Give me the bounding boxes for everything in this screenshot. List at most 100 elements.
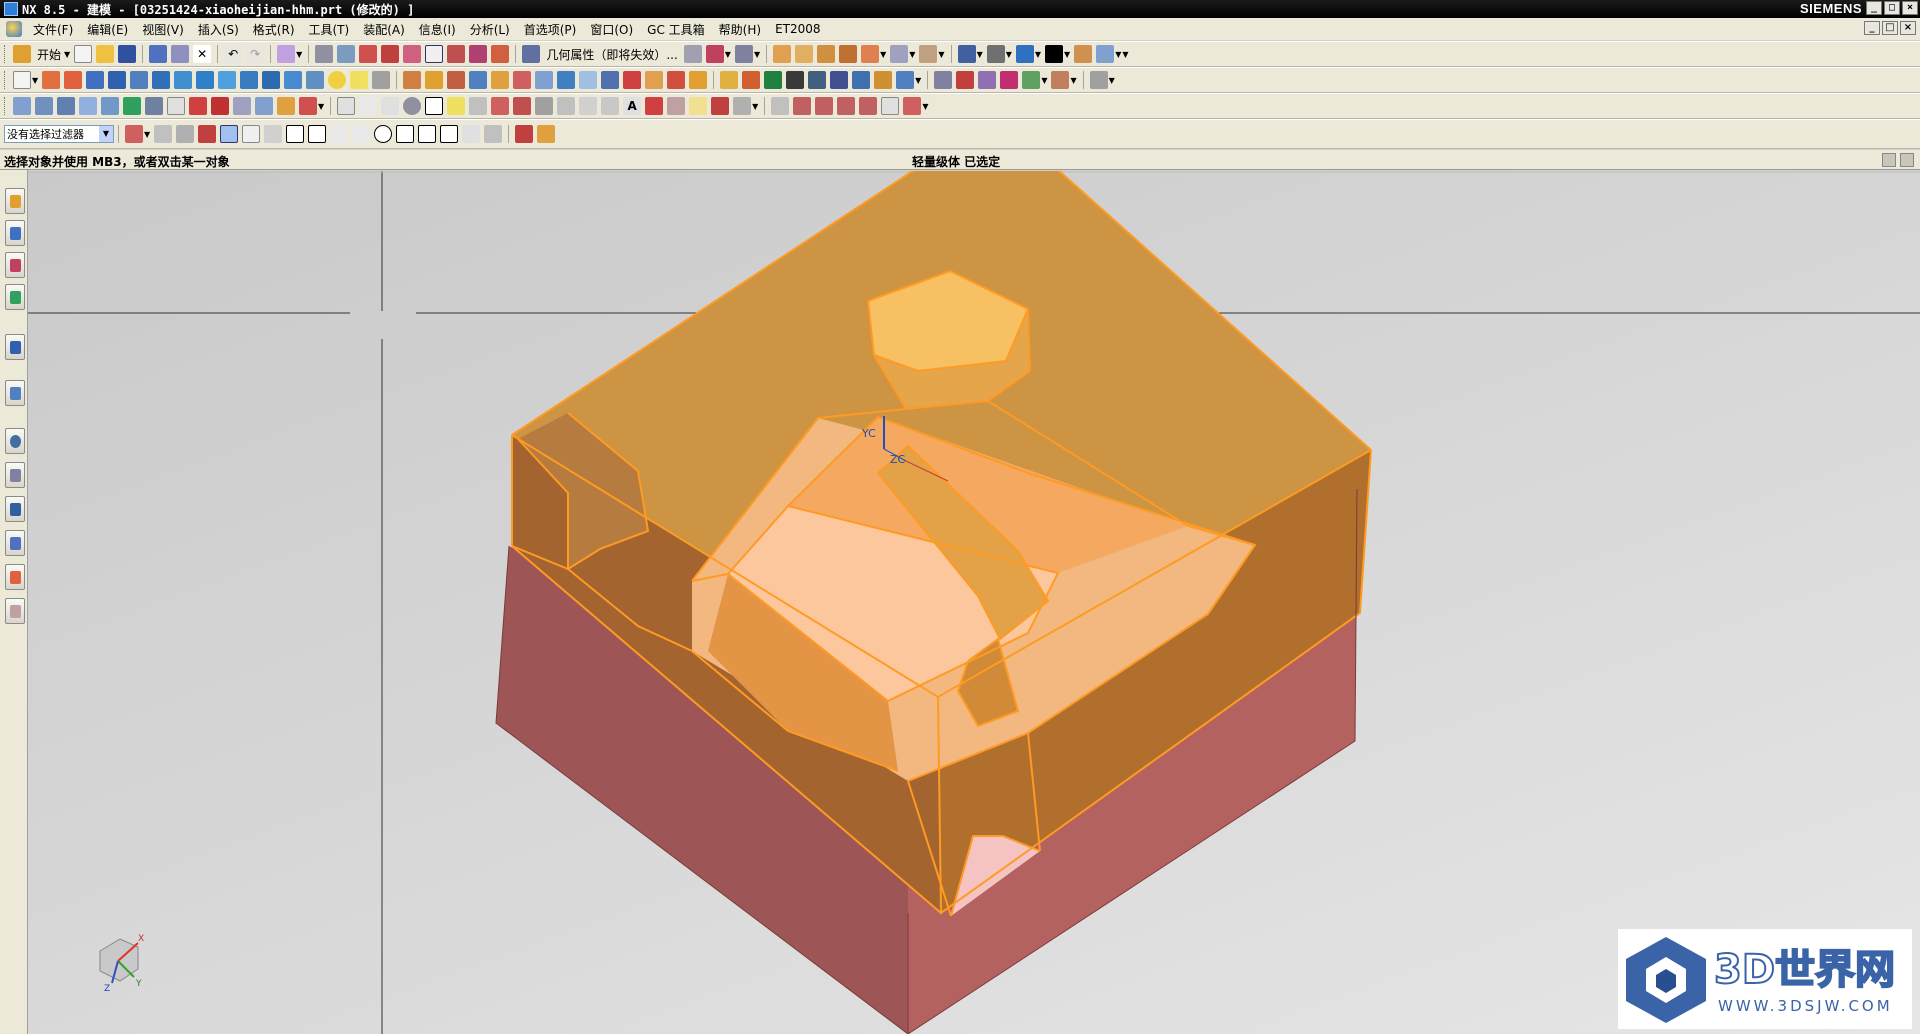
toolbar-grip[interactable] [4,45,7,63]
curve-length-icon[interactable] [689,97,708,115]
geometry-properties-icon[interactable] [522,45,541,63]
subtract-icon[interactable] [425,71,444,89]
chevron-down-icon[interactable]: ▼ [1122,50,1128,59]
slot-icon[interactable] [240,71,259,89]
select-icon[interactable] [277,45,296,63]
snap-quadrant-icon[interactable] [396,125,415,143]
menu-gc-toolbox[interactable]: GC 工具箱 [640,21,712,38]
section-analysis-icon[interactable] [881,97,900,115]
show-hide-icon[interactable] [537,125,556,143]
chevron-down-icon[interactable]: ▼ [1006,50,1012,59]
snap-bounded-icon[interactable] [484,125,503,143]
resource-constraint-navigator[interactable] [5,220,25,246]
polygon-icon[interactable] [447,97,466,115]
swept-icon[interactable] [79,97,97,115]
draft-analysis-icon[interactable] [837,97,856,115]
start-button[interactable]: 开始 [37,46,61,63]
quick-pick-icon[interactable] [515,125,534,143]
mirror-body-icon[interactable] [667,71,686,89]
move-object-icon[interactable] [1051,71,1070,89]
face-analysis-icon[interactable] [859,97,878,115]
statusbar-toggle-icon[interactable] [1882,153,1896,167]
trimmed-sheet-icon[interactable] [211,97,229,115]
block-icon[interactable] [196,71,215,89]
close-button[interactable]: × [1902,1,1918,15]
edit-parameters-icon[interactable] [934,71,953,89]
add-component-icon[interactable] [817,45,836,63]
layer-icon[interactable] [315,45,334,63]
chevron-down-icon[interactable]: ▼ [144,130,150,139]
background-icon[interactable] [1045,45,1064,63]
resource-web-browser[interactable] [5,380,25,406]
law-extension-icon[interactable] [255,97,273,115]
select-cursor-icon[interactable] [154,125,173,143]
redo-icon[interactable]: ↷ [246,45,265,63]
measure-distance-icon[interactable] [683,45,702,63]
doc-minimize-button[interactable]: _ [1864,21,1880,35]
menu-insert[interactable]: 插入(S) [191,21,246,38]
nx-menu-icon[interactable] [6,21,22,37]
menu-window[interactable]: 窗口(O) [583,21,640,38]
chevron-down-icon[interactable]: ▼ [1035,50,1041,59]
project-curve-icon[interactable] [491,97,510,115]
array-component-icon[interactable] [890,45,909,63]
split-body-icon[interactable] [491,71,510,89]
menu-information[interactable]: 信息(I) [412,21,463,38]
sphere-icon[interactable] [306,71,325,89]
resource-hd3d-tools[interactable] [5,334,25,360]
chevron-down-icon[interactable]: ▼ [64,50,70,59]
component-icon[interactable] [795,45,814,63]
constraint-icon[interactable] [839,45,858,63]
cone-icon[interactable] [218,71,237,89]
chevron-down-icon[interactable]: ▼ [1064,50,1070,59]
offset-curve-icon[interactable] [469,97,488,115]
rectangle-icon[interactable] [425,97,444,115]
x-form-icon[interactable] [299,97,317,115]
pad-icon[interactable] [152,71,171,89]
toolbar-grip[interactable] [4,97,7,115]
menu-preferences[interactable]: 首选项(P) [517,21,584,38]
cut-icon[interactable] [149,45,168,63]
resize-face-icon[interactable] [830,71,849,89]
menu-help[interactable]: 帮助(H) [712,21,768,38]
helix-icon[interactable] [403,97,422,115]
extrude-icon[interactable] [42,71,61,89]
shaded-icon[interactable] [1015,45,1034,63]
selection-scope-icon[interactable] [125,125,143,143]
chevron-down-icon[interactable]: ▼ [754,50,760,59]
deviation-icon[interactable] [815,97,834,115]
bridge-curve-icon[interactable] [557,97,576,115]
menu-view[interactable]: 视图(V) [135,21,191,38]
resource-system-scenes[interactable] [5,598,25,624]
wave-geometry-icon[interactable] [896,71,915,89]
resource-history[interactable] [5,428,25,454]
section-icon[interactable] [1074,45,1093,63]
wcs-orient-icon[interactable] [491,45,510,63]
snap-icon[interactable] [1089,71,1108,89]
orient-icon[interactable] [403,45,422,63]
surface-icon[interactable] [13,97,31,115]
extension-icon[interactable] [233,97,251,115]
point-icon[interactable] [328,71,347,89]
sew-icon[interactable] [720,71,739,89]
save-icon[interactable] [118,45,137,63]
ruled-icon[interactable] [101,97,119,115]
chevron-down-icon[interactable]: ▼ [1041,76,1047,85]
sketch-icon[interactable] [13,71,31,89]
spline-icon[interactable] [381,97,400,115]
wcs-origin-icon[interactable] [447,45,466,63]
chamfer-icon[interactable] [535,71,554,89]
menu-tools[interactable]: 工具(T) [302,21,357,38]
shell-icon[interactable] [557,71,576,89]
patch-icon[interactable] [742,71,761,89]
through-mesh-icon[interactable] [57,97,75,115]
extract-curve-icon[interactable] [601,97,620,115]
chevron-down-icon[interactable]: ▼ [922,102,928,111]
section-curve-icon[interactable] [535,97,554,115]
edit-curve-icon[interactable] [711,97,730,115]
text-icon[interactable]: A [623,97,642,115]
render-style-icon[interactable] [986,45,1005,63]
snap-on-face-icon[interactable] [462,125,481,143]
pattern-icon[interactable] [623,71,642,89]
snap-point-icon[interactable] [418,125,437,143]
